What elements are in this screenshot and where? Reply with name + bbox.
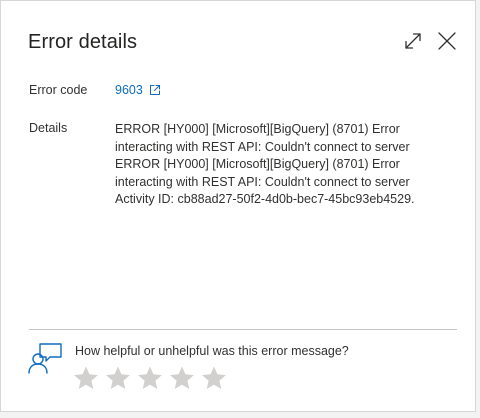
external-link-icon (149, 85, 160, 95)
star-icon[interactable] (73, 365, 99, 391)
error-details-label: Details (29, 121, 68, 135)
close-button[interactable] (435, 29, 459, 53)
feedback-divider (29, 329, 457, 330)
star-rating (73, 365, 227, 391)
feedback-question: How helpful or unhelpful was this error … (75, 344, 349, 358)
dialog-header: Error details (28, 31, 137, 54)
star-icon[interactable] (137, 365, 163, 391)
error-details-dialog: Error details Error code 9603 Details ER… (0, 0, 476, 412)
error-details-text: ERROR [HY000] [Microsoft][BigQuery] (870… (115, 122, 415, 206)
star-icon[interactable] (169, 365, 195, 391)
dialog-title: Error details (28, 31, 138, 53)
error-code-label: Error code (29, 83, 88, 97)
error-code-value: 9603 (115, 83, 143, 97)
error-code-link[interactable]: 9603 (115, 83, 161, 97)
close-icon (438, 32, 456, 50)
expand-button[interactable] (401, 29, 425, 53)
feedback-person-icon (28, 342, 64, 374)
star-icon[interactable] (105, 365, 131, 391)
star-icon[interactable] (201, 365, 227, 391)
expand-icon (405, 33, 421, 49)
